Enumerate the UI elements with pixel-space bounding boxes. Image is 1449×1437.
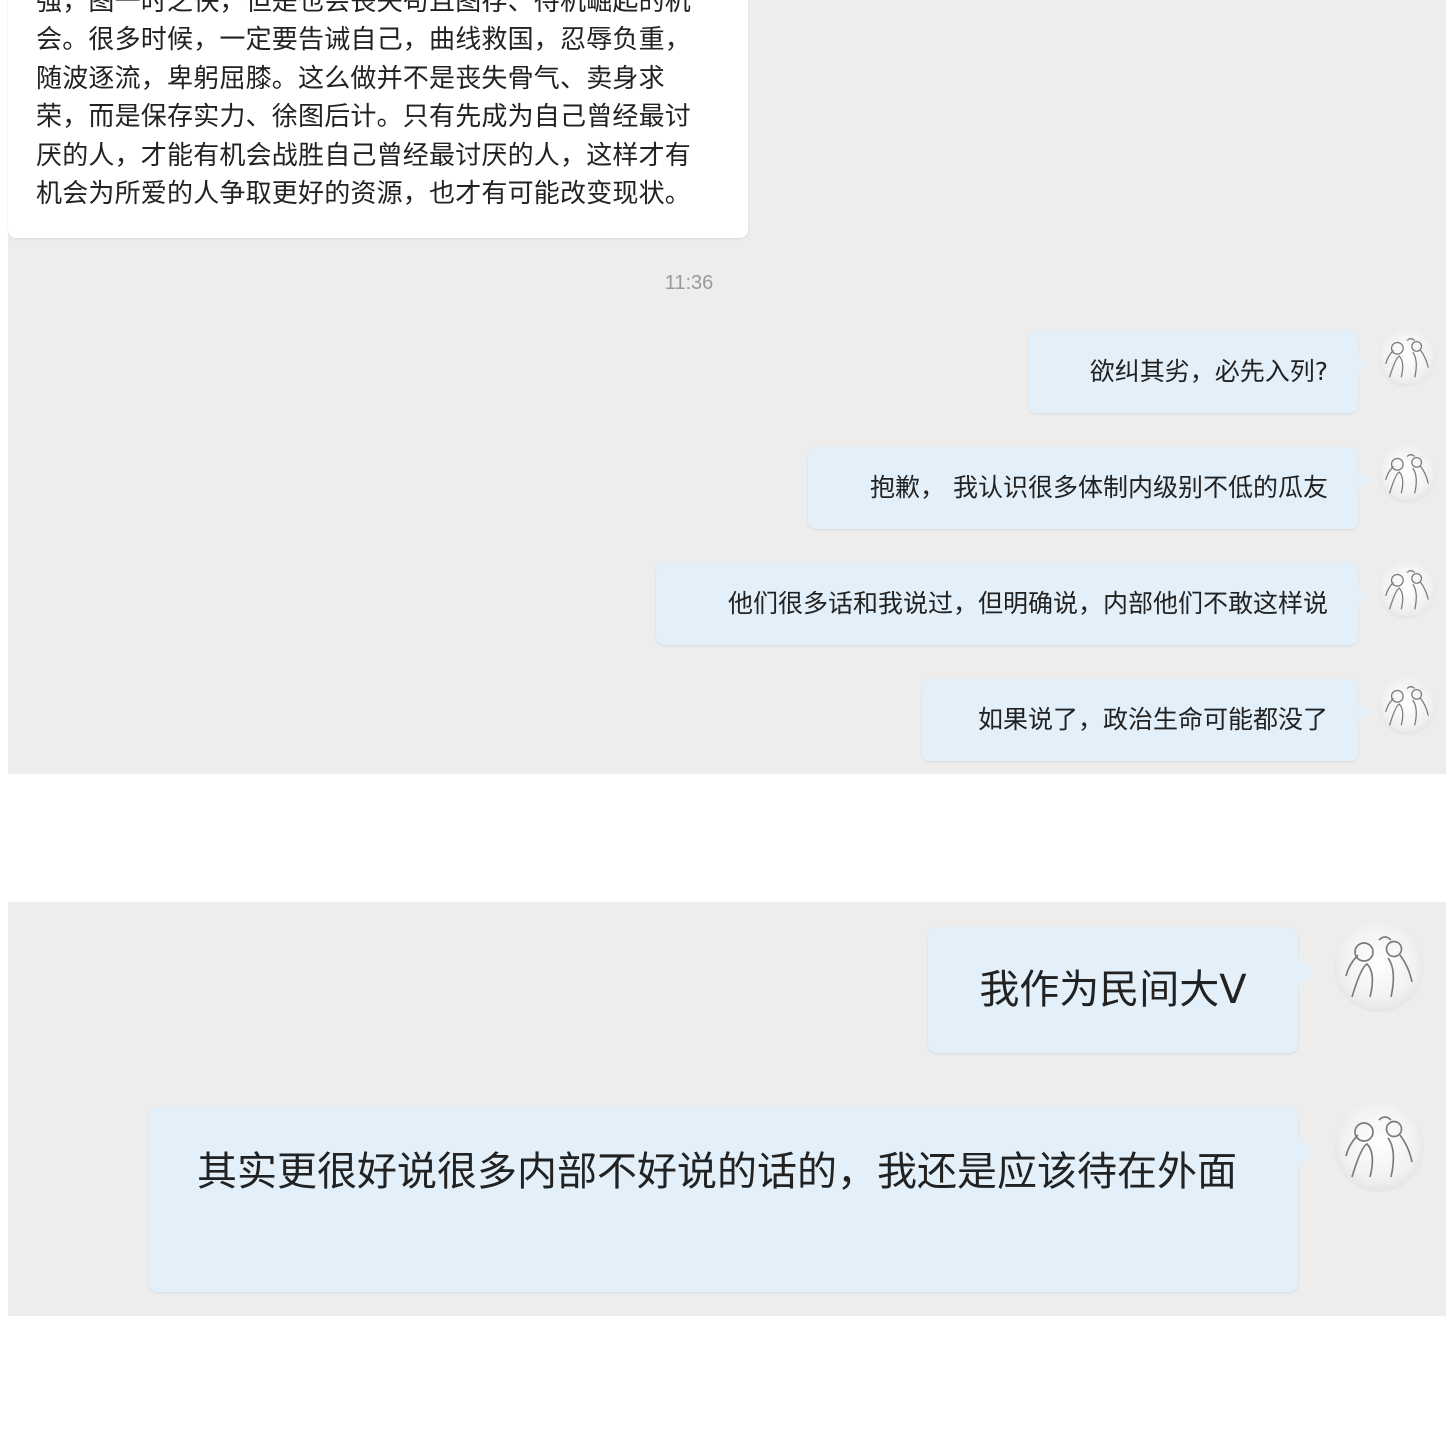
outgoing-message-bubble[interactable]: 他们很多话和我说过，但明确说，内部他们不敢这样说 [656, 563, 1358, 645]
sketch-avatar-icon[interactable] [1378, 445, 1436, 503]
outgoing-message-bubble[interactable]: 其实更很好说很多内部不好说的话的，我还是应该待在外面 [149, 1108, 1298, 1292]
chat-panel-top: 强，图一时之快，但是也会丧失苟且图存、待机崛起的机会。很多时候，一定要告诫自己，… [8, 0, 1446, 774]
outgoing-message-bubble[interactable]: 我作为民间大V [928, 927, 1298, 1053]
sketch-avatar-icon[interactable] [1378, 329, 1436, 387]
outgoing-message-text: 如果说了，政治生命可能都没了 [977, 705, 1328, 734]
outgoing-message-text: 他们很多话和我说过，但明确说，内部他们不敢这样说 [727, 589, 1328, 618]
outgoing-message-bubble[interactable]: 欲纠其劣，必先入列? [1028, 331, 1358, 413]
sketch-avatar-icon[interactable] [1378, 677, 1436, 735]
chat-panel-bottom: 我作为民间大V 其实更很好说很多内部不好说的话的，我还是应该待在外面 [8, 902, 1446, 1316]
sketch-avatar-icon[interactable] [1334, 1102, 1424, 1192]
sketch-avatar-icon[interactable] [1378, 561, 1436, 619]
incoming-message-text: 强，图一时之快，但是也会丧失苟且图存、待机崛起的机会。很多时候，一定要告诫自己，… [36, 0, 692, 210]
outgoing-message-bubble[interactable]: 抱歉， 我认识很多体制内级别不低的瓜友 [808, 447, 1358, 529]
sketch-avatar-icon[interactable] [1334, 922, 1424, 1012]
message-timestamp: 11:36 [664, 272, 714, 294]
outgoing-message-text: 我作为民间大V [979, 967, 1247, 1013]
outgoing-message-text: 欲纠其劣，必先入列? [1089, 357, 1328, 386]
bubble-tail [1298, 958, 1314, 986]
outgoing-message-bubble[interactable]: 如果说了，政治生命可能都没了 [922, 679, 1358, 761]
outgoing-message-text: 其实更很好说很多内部不好说的话的，我还是应该待在外面 [197, 1149, 1237, 1195]
bubble-tail [1358, 355, 1368, 373]
bubble-tail [1358, 587, 1368, 605]
outgoing-message-text: 抱歉， 我认识很多体制内级别不低的瓜友 [870, 473, 1328, 502]
bubble-tail [1298, 1138, 1314, 1166]
incoming-message-bubble[interactable]: 强，图一时之快，但是也会丧失苟且图存、待机崛起的机会。很多时候，一定要告诫自己，… [8, 0, 748, 238]
bubble-tail [1358, 471, 1368, 489]
bubble-tail [1358, 703, 1368, 721]
